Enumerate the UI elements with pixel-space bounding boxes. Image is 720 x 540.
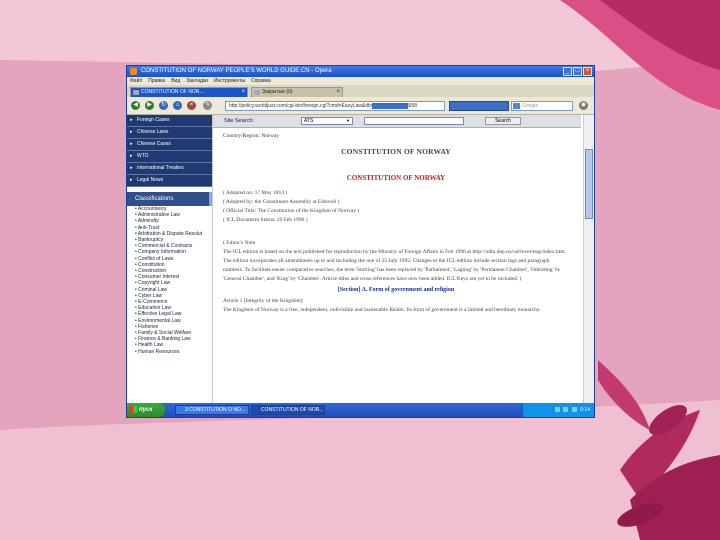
search-scope-select[interactable]: ATS: [301, 117, 353, 125]
menu-edit[interactable]: Правка: [148, 77, 165, 85]
start-button[interactable]: пуск: [127, 403, 165, 417]
menu-tools[interactable]: Инструменты: [214, 77, 245, 85]
site-search-bar: Site Search: ATS Search: [213, 115, 581, 128]
opera-icon: [130, 68, 137, 75]
tab-close-icon[interactable]: ×: [336, 88, 340, 97]
site-search-input[interactable]: [364, 117, 464, 125]
article-body: The Kingdom of Norway is a free, indepen…: [223, 307, 541, 313]
tray-icon[interactable]: [555, 407, 561, 413]
doc-meta-adopted-by: ( Adopted by: the Constituent Assembly a…: [223, 199, 340, 205]
forward-icon[interactable]: ▶: [145, 101, 154, 110]
browser-window: CONSTITUTION OF NORWAY PEOPLE'S WORLD GU…: [126, 65, 595, 418]
doc-meta-official-title: ( Official Title: The Constitution of th…: [223, 208, 360, 214]
menu-help[interactable]: Справка: [251, 77, 271, 85]
start-label: пуск: [139, 407, 153, 413]
editors-note-head: ( Editor's Note: [223, 240, 256, 246]
nav-chinese-laws[interactable]: Chinese Laws: [127, 127, 212, 139]
classifications-header[interactable]: Classifications: [127, 192, 212, 206]
search-engine-box[interactable]: Google: [511, 101, 573, 111]
stop-icon[interactable]: ×: [187, 101, 196, 110]
search-engine-placeholder: Google: [522, 103, 539, 109]
doc-title-red: CONSTITUTION OF NORWAY: [346, 174, 446, 182]
navigation-bar: ◀ ▶ ↻ ⌂ × ✎ http://policy.worldjust.com/…: [127, 97, 594, 115]
nav-wto[interactable]: WTO: [127, 151, 212, 163]
nav-chinese-cases[interactable]: Chinese Cases: [127, 139, 212, 151]
taskbar-item-1[interactable]: 3 CONSTITUTION O NO...: [175, 405, 249, 415]
country-region: Country/Region: Norway: [223, 133, 280, 139]
maximize-icon[interactable]: □: [573, 67, 582, 76]
tab-constitution[interactable]: CONSTITUTION OF NOR... ×: [130, 87, 248, 97]
windows-flag-icon: [130, 406, 137, 413]
article-heading: Article 1 [Integrity of the Kingdom]: [223, 298, 303, 304]
window-title: CONSTITUTION OF NORWAY PEOPLE'S WORLD GU…: [141, 68, 332, 74]
doc-meta-adopted: ( Adopted on: 17 May 1814 ): [223, 190, 288, 196]
system-tray: 0:14: [522, 403, 594, 417]
google-icon: [513, 103, 520, 109]
classifications-list: • Accountancy • Administrative Law • Admir…: [127, 206, 212, 355]
classification-item[interactable]: • Human Resources: [127, 349, 212, 355]
tray-icon[interactable]: [563, 407, 569, 413]
tab-label: Закрытые (0): [262, 89, 293, 95]
section-heading[interactable]: [Section] A. Form of government and reli…: [223, 287, 569, 293]
url-highlight: [372, 103, 408, 109]
menu-bar: Файл Правка Вид Закладки Инструменты Спр…: [127, 77, 594, 85]
editors-note-body: The ICL edition is based on the text pub…: [223, 249, 566, 282]
back-icon[interactable]: ◀: [131, 101, 140, 110]
main-content: Site Search: ATS Search Country/Region: …: [213, 115, 581, 403]
menu-view[interactable]: Вид: [171, 77, 180, 85]
trash-icon: [254, 90, 260, 95]
tray-icon[interactable]: [571, 407, 577, 413]
menu-bookmarks[interactable]: Закладки: [186, 77, 208, 85]
tab-close-icon[interactable]: ×: [241, 88, 245, 97]
sidebar: Foreign Cases Chinese Laws Chinese Cases…: [127, 115, 213, 403]
window-titlebar[interactable]: CONSTITUTION OF NORWAY PEOPLE'S WORLD GU…: [127, 66, 594, 77]
nav-legal-news[interactable]: Legal News: [127, 175, 212, 187]
clock: 0:14: [580, 407, 590, 413]
zoom-icon[interactable]: ◉: [579, 101, 588, 110]
home-icon[interactable]: ⌂: [173, 101, 182, 110]
tab-bar: CONSTITUTION OF NOR... × Закрытые (0) ×: [127, 85, 594, 97]
doc-title: CONSTITUTION OF NORWAY: [341, 147, 451, 156]
site-search-label: Site Search:: [224, 118, 254, 124]
tab-label: CONSTITUTION OF NOR...: [141, 89, 204, 95]
tab-closed[interactable]: Закрытые (0) ×: [251, 87, 343, 97]
go-selector[interactable]: [449, 101, 509, 111]
document: Country/Region: Norway CONSTITUTION OF N…: [223, 133, 569, 315]
taskbar: пуск 3 CONSTITUTION O NO... CONSTITUTION…: [127, 403, 594, 417]
nav-international-treaties[interactable]: International Treaties: [127, 163, 212, 175]
menu-file[interactable]: Файл: [130, 77, 142, 85]
vertical-scrollbar[interactable]: [583, 115, 594, 403]
edit-icon[interactable]: ✎: [203, 101, 212, 110]
reload-icon[interactable]: ↻: [159, 101, 168, 110]
close-icon[interactable]: ×: [583, 67, 592, 76]
scrollbar-thumb[interactable]: [585, 149, 593, 219]
nav-foreign-cases[interactable]: Foreign Cases: [127, 115, 212, 127]
address-bar[interactable]: http://policy.worldjust.com/cgi-bin/fore…: [225, 101, 445, 111]
search-button[interactable]: Search: [485, 117, 521, 125]
doc-meta-status: ( ICL Document Status: 29 Feb 1996 ): [223, 217, 308, 223]
minimize-icon[interactable]: _: [563, 67, 572, 76]
page-icon: [133, 90, 139, 95]
taskbar-item-2[interactable]: CONSTITUTION OF NOR...: [251, 405, 325, 415]
